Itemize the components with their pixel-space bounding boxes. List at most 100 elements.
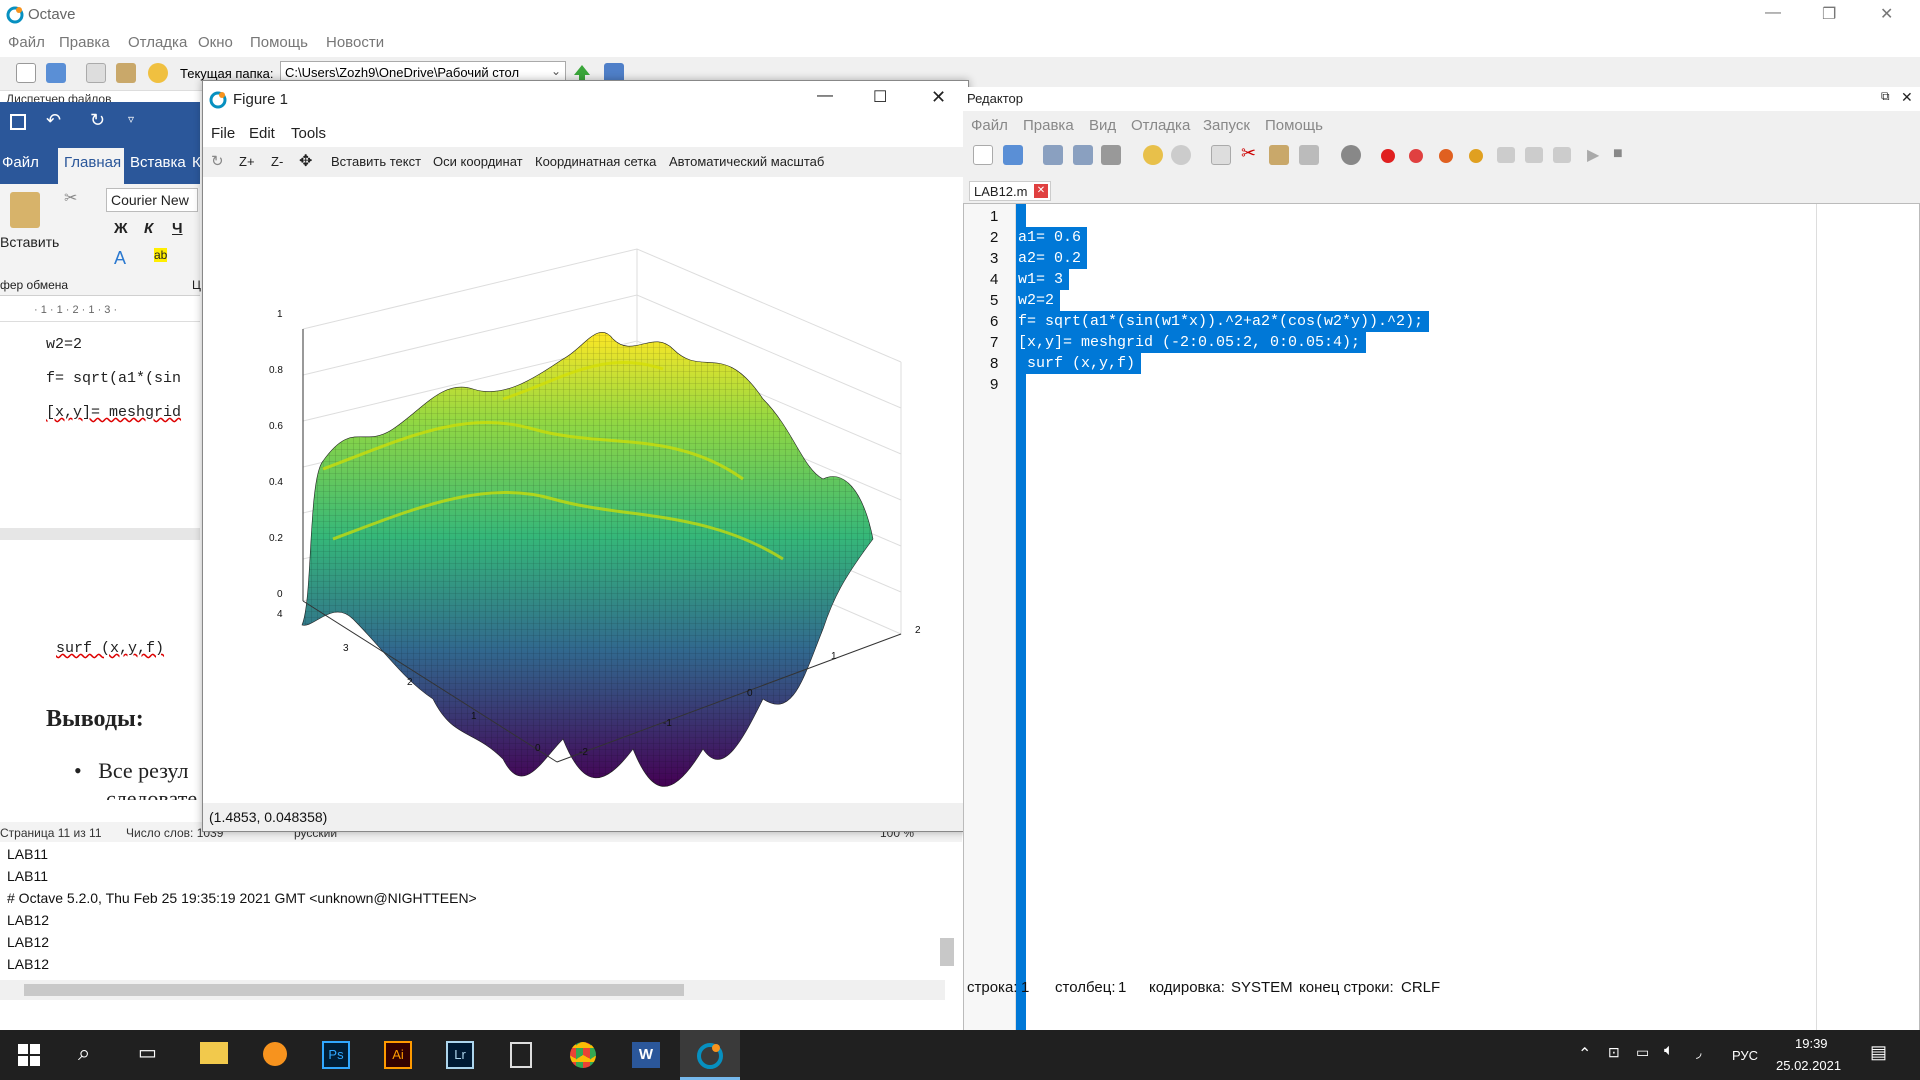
vertical-scrollbar[interactable] xyxy=(940,938,954,966)
minimize-icon[interactable]: — xyxy=(1765,4,1781,22)
customize-icon[interactable]: ▿ xyxy=(128,112,134,126)
notes-app-icon[interactable] xyxy=(510,1042,532,1068)
undo-icon[interactable] xyxy=(1143,145,1163,165)
insert-text-button[interactable]: Вставить текст xyxy=(331,154,421,169)
menu-edit[interactable]: Правка xyxy=(59,34,110,51)
menu-debug[interactable]: Отладка xyxy=(128,34,187,51)
save-icon[interactable] xyxy=(1043,145,1063,165)
scroll-thumb[interactable] xyxy=(24,984,684,996)
volume-icon[interactable]: 🔈︎ xyxy=(1664,1042,1674,1060)
run-icon[interactable]: ▶ xyxy=(1587,145,1599,165)
task-view-icon[interactable]: ▭ xyxy=(138,1040,157,1065)
zoom-out-button[interactable]: Z- xyxy=(271,154,283,169)
close-icon[interactable]: ✕ xyxy=(1901,89,1913,106)
cut-icon[interactable]: ✂ xyxy=(64,188,77,208)
code-editor[interactable]: 1 2 3 4 5 6 7 8 9 a1= 0.6 a2= 0.2 w1= 3 … xyxy=(963,203,1920,1057)
grid-button[interactable]: Координатная сетка xyxy=(535,154,656,169)
input-language[interactable]: РУС xyxy=(1732,1048,1758,1063)
close-tab-icon[interactable]: ✕ xyxy=(1034,184,1048,198)
menu-debug[interactable]: Отладка xyxy=(1131,117,1190,134)
menu-run[interactable]: Запуск xyxy=(1203,117,1250,134)
prev-breakpoint-icon[interactable] xyxy=(1439,149,1453,163)
tab-lab12[interactable]: LAB12.m ✕ xyxy=(969,181,1051,201)
menu-tools[interactable]: Tools xyxy=(291,125,326,142)
underline-button[interactable]: Ч xyxy=(172,220,183,237)
file-explorer-icon[interactable] xyxy=(200,1042,228,1064)
copy-icon[interactable] xyxy=(1211,145,1231,165)
menu-file[interactable]: File xyxy=(211,125,235,142)
print-icon[interactable] xyxy=(1101,145,1121,165)
menu-file[interactable]: Файл xyxy=(8,34,45,51)
new-file-icon[interactable] xyxy=(973,145,993,165)
clock-date[interactable]: 25.02.2021 xyxy=(1776,1058,1841,1073)
windows-start-icon[interactable] xyxy=(18,1044,40,1066)
media-player-icon[interactable] xyxy=(263,1042,287,1066)
highlight-icon[interactable]: ab xyxy=(154,248,168,262)
stop-icon[interactable]: ■ xyxy=(1613,145,1623,163)
tab-k[interactable]: К xyxy=(192,154,201,171)
menu-view[interactable]: Вид xyxy=(1089,117,1116,134)
open-icon[interactable] xyxy=(1003,145,1023,165)
undo-icon[interactable]: ↶ xyxy=(46,110,61,131)
zoom-in-button[interactable]: Z+ xyxy=(239,154,255,169)
save-as-icon[interactable] xyxy=(1073,145,1093,165)
tab-file[interactable]: Файл xyxy=(2,154,39,171)
maximize-icon[interactable]: ☐ xyxy=(873,87,887,107)
italic-button[interactable]: К xyxy=(144,220,153,237)
doc-page[interactable]: w2=2 f= sqrt(a1*(sin [x,y]= meshgrid xyxy=(14,322,200,528)
menu-edit[interactable]: Правка xyxy=(1023,117,1074,134)
doc-page[interactable]: surf (x,y,f) Выводы: • Все резул следова… xyxy=(14,540,200,830)
paste-button[interactable]: Вставить xyxy=(0,234,59,250)
tab-insert[interactable]: Вставка xyxy=(130,154,186,171)
battery-icon[interactable]: ▭ xyxy=(1636,1044,1649,1061)
command-window[interactable]: LAB11 LAB11 # Octave 5.2.0, Thu Feb 25 1… xyxy=(0,842,962,1002)
settings-icon[interactable] xyxy=(1341,145,1361,165)
font-name-input[interactable]: Courier New xyxy=(106,188,198,212)
octave-taskbar-item[interactable] xyxy=(680,1030,740,1080)
new-file-icon[interactable] xyxy=(16,63,36,83)
rotate-icon[interactable]: ↻ xyxy=(211,152,224,170)
open-folder-icon[interactable] xyxy=(46,63,66,83)
find-icon[interactable] xyxy=(1299,145,1319,165)
pan-icon[interactable]: ✥ xyxy=(299,151,312,171)
restore-icon[interactable]: ❐ xyxy=(1822,4,1836,24)
horizontal-scrollbar[interactable] xyxy=(0,980,945,1000)
step-icon[interactable] xyxy=(1497,147,1515,163)
cut-icon[interactable]: ✂ xyxy=(1241,143,1256,164)
remove-breakpoints-icon[interactable] xyxy=(1469,149,1483,163)
notifications-icon[interactable]: ▤ xyxy=(1870,1042,1887,1063)
close-icon[interactable]: ✕ xyxy=(931,87,946,108)
menu-window[interactable]: Окно xyxy=(198,34,233,51)
menu-file[interactable]: Файл xyxy=(971,117,1008,134)
minimize-icon[interactable]: — xyxy=(817,87,833,105)
copy-icon[interactable] xyxy=(86,63,106,83)
step-in-icon[interactable] xyxy=(1525,147,1543,163)
next-breakpoint-icon[interactable] xyxy=(1409,149,1423,163)
undo-icon[interactable] xyxy=(148,63,168,83)
photoshop-icon[interactable]: Ps xyxy=(322,1041,350,1069)
lightroom-icon[interactable]: Lr xyxy=(446,1041,474,1069)
menu-news[interactable]: Новости xyxy=(326,34,384,51)
close-icon[interactable]: ✕ xyxy=(1880,4,1893,24)
chevron-up-icon[interactable]: ⌃ xyxy=(1578,1044,1591,1064)
save-icon[interactable] xyxy=(10,114,26,130)
tab-home[interactable]: Главная xyxy=(58,148,124,184)
search-icon[interactable]: ⌕ xyxy=(78,1040,90,1066)
surface-plot[interactable]: 0 0.2 0.4 0.6 0.8 1 0 1 2 3 4 -2 -1 0 1 … xyxy=(203,179,968,799)
paste-icon[interactable] xyxy=(116,63,136,83)
clock-time[interactable]: 19:39 xyxy=(1795,1036,1828,1051)
illustrator-icon[interactable]: Ai xyxy=(384,1041,412,1069)
network-device-icon[interactable]: ⊡ xyxy=(1608,1044,1620,1061)
redo-icon[interactable] xyxy=(1171,145,1191,165)
redo-icon[interactable]: ↻ xyxy=(90,110,105,131)
chrome-icon[interactable] xyxy=(570,1042,596,1068)
figure-window[interactable]: Figure 1 — ☐ ✕ File Edit Tools ↻ Z+ Z- ✥… xyxy=(202,80,969,832)
axes-button[interactable]: Оси координат xyxy=(433,154,523,169)
paste-clipboard-icon[interactable] xyxy=(10,192,40,228)
breakpoint-icon[interactable] xyxy=(1381,149,1395,163)
menu-help[interactable]: Помощь xyxy=(1265,117,1323,134)
autoscale-button[interactable]: Автоматический масштаб xyxy=(669,154,824,169)
menu-edit[interactable]: Edit xyxy=(249,125,275,142)
step-out-icon[interactable] xyxy=(1553,147,1571,163)
text-effects-icon[interactable]: A xyxy=(114,248,126,269)
